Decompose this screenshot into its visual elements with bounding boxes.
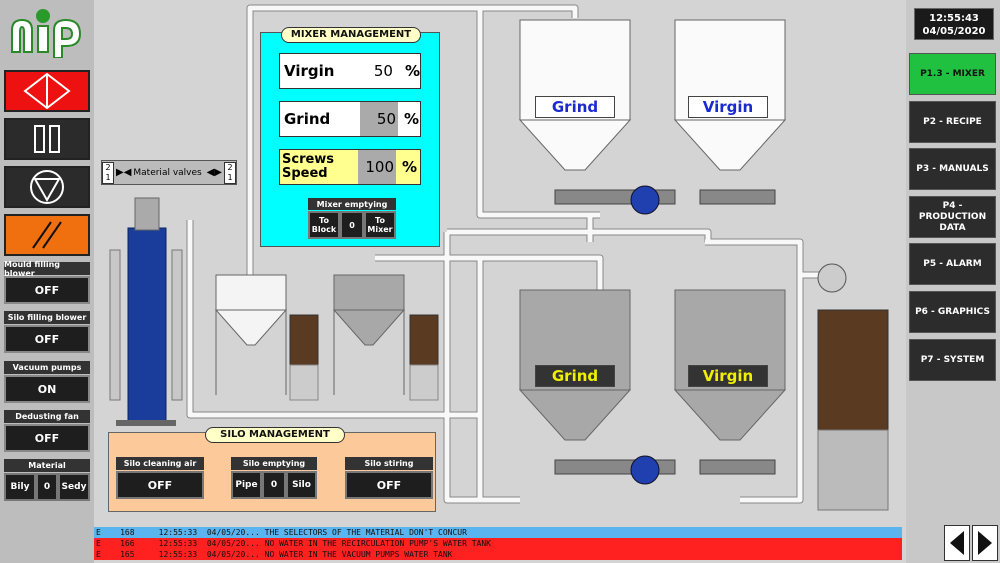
material-valves-control: 21 ▶◀ Material valves ◀▶ 21 (101, 160, 237, 185)
silo-emptying-silo-button[interactable]: Silo (286, 471, 317, 499)
silo-management-panel: SILO MANAGEMENT Silo cleaning air OFF Si… (108, 427, 436, 512)
material-value: 0 (36, 473, 58, 501)
silo-cleaning-air-toggle[interactable]: OFF (116, 471, 204, 499)
clock-time: 12:55:43 (929, 13, 979, 24)
silo-stiring-toggle[interactable]: OFF (345, 471, 433, 499)
prev-page-button[interactable] (944, 525, 970, 561)
alarm-row[interactable]: E 166 12:55:33 04/05/20... NO WATER IN T… (94, 538, 902, 549)
virgin-label: Virgin (284, 62, 335, 80)
alarm-row[interactable]: E 165 12:55:33 04/05/20... NO WATER IN T… (94, 549, 902, 560)
dedusting-fan-toggle[interactable]: OFF (4, 424, 90, 452)
next-page-button[interactable] (972, 525, 998, 561)
alarm-list: E 168 12:55:33 04/05/20... THE SELECTORS… (94, 527, 902, 563)
vacuum-pumps-toggle[interactable]: ON (4, 375, 90, 403)
nav-production-data[interactable]: P4 - PRODUCTION DATA (909, 196, 996, 238)
virgin-value[interactable]: 50 (353, 62, 393, 80)
nip-logo: nip (4, 6, 92, 59)
pause-button[interactable] (4, 118, 90, 160)
silo-cleaning-air-label: Silo cleaning air (116, 457, 204, 470)
mixer-emptying-selector: To Block 0 To Mixer (308, 211, 396, 239)
alarm-row[interactable]: E 168 12:55:33 04/05/20... THE SELECTORS… (94, 527, 902, 538)
material-sedy-button[interactable]: Sedy (58, 473, 90, 501)
material-valves-label: Material valves (133, 167, 202, 178)
mixer-emptying-label: Mixer emptying (308, 198, 396, 210)
nav-recipe[interactable]: P2 - RECIPE (909, 101, 996, 143)
silo-emptying-selector: Pipe 0 Silo (231, 471, 317, 499)
screws-speed-label: Screws Speed (282, 152, 335, 181)
silo-blower-label: Silo filling blower (4, 311, 90, 324)
to-block-button[interactable]: To Block (308, 211, 340, 239)
reset-button[interactable] (4, 214, 90, 256)
grind-row: Grind 50 % (279, 101, 421, 137)
screws-speed-row: Screws Speed 100 % (279, 149, 421, 185)
double-slash-icon (32, 221, 62, 249)
silo-emptying-value: 0 (262, 471, 286, 499)
clock-display: 12:55:43 04/05/2020 (914, 8, 994, 40)
hopper-grey (332, 274, 406, 395)
dedusting-fan-label: Dedusting fan (4, 410, 90, 423)
screws-speed-unit: % (402, 158, 418, 176)
grind-label: Grind (284, 110, 331, 128)
silo-stiring-label: Silo stiring (345, 457, 433, 470)
triangle-left-icon (950, 531, 964, 555)
top-grind-silo-label: Grind (535, 96, 615, 118)
to-mixer-button[interactable]: To Mixer (364, 211, 396, 239)
left-control-panel: nip Mould filling blower OFF Silo fillin… (0, 0, 94, 563)
nav-alarm[interactable]: P5 - ALARM (909, 243, 996, 285)
mould-blower-label: Mould filling blower (4, 260, 90, 278)
silo-management-title: SILO MANAGEMENT (205, 427, 345, 443)
nav-mixer[interactable]: P1.3 - MIXER (909, 53, 996, 95)
start-button[interactable] (4, 70, 90, 112)
virgin-row: Virgin 50 % (279, 53, 421, 89)
top-virgin-silo-label: Virgin (688, 96, 768, 118)
material-bily-button[interactable]: Bily (4, 473, 36, 501)
clock-date: 04/05/2020 (922, 26, 986, 37)
mould-blower-toggle[interactable]: OFF (4, 276, 90, 304)
silo-blower-toggle[interactable]: OFF (4, 325, 90, 353)
hopper-white (214, 274, 288, 395)
material-selector: Bily 0 Sedy (4, 473, 90, 501)
mixer-emptying-value: 0 (340, 211, 364, 239)
bottom-grind-silo-label: Grind (535, 365, 615, 387)
nav-system[interactable]: P7 - SYSTEM (909, 339, 996, 381)
valve-right-indicator[interactable]: 21 (224, 161, 236, 184)
stop-cycle-button[interactable] (4, 166, 90, 208)
valve-arrows-right-icon: ◀▶ (206, 167, 222, 178)
grind-unit: % (404, 110, 420, 128)
mixer-management-panel: MIXER MANAGEMENT Virgin 50 % Grind 50 % … (260, 27, 440, 247)
pause-icon (34, 125, 60, 153)
valve-arrows-icon: ▶◀ (116, 167, 132, 178)
blue-filter-column (109, 197, 183, 426)
mixer-management-title: MIXER MANAGEMENT (281, 27, 421, 43)
diamond-start-icon (23, 72, 71, 110)
silo-emptying-label: Silo emptying (231, 457, 317, 470)
valve-left-indicator[interactable]: 21 (102, 161, 114, 184)
silo-emptying-pipe-button[interactable]: Pipe (231, 471, 262, 499)
right-navigation-panel: 12:55:43 04/05/2020 P1.3 - MIXER P2 - RE… (906, 0, 1000, 563)
nav-graphics[interactable]: P6 - GRAPHICS (909, 291, 996, 333)
triangle-right-icon (978, 531, 992, 555)
screws-speed-value[interactable]: 100 (358, 150, 396, 184)
bottom-virgin-silo-label: Virgin (688, 365, 768, 387)
material-label: Material (4, 459, 90, 472)
vacuum-pumps-label: Vacuum pumps (4, 361, 90, 374)
virgin-unit: % (404, 62, 420, 80)
nav-manuals[interactable]: P3 - MANUALS (909, 148, 996, 190)
grind-value[interactable]: 50 (360, 102, 398, 136)
down-triangle-icon (30, 170, 64, 204)
